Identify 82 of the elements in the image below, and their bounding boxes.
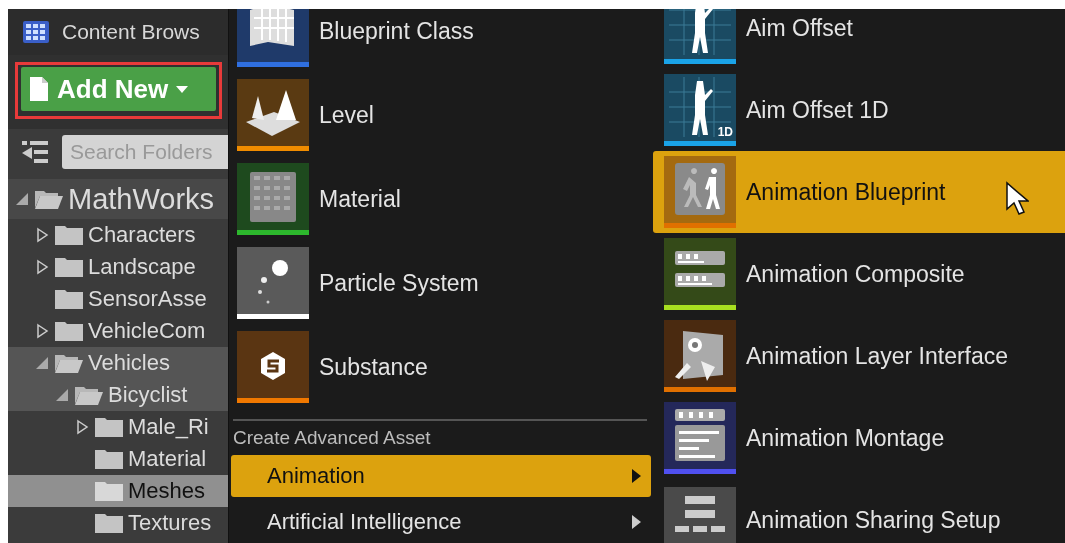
folder-icon: [94, 416, 124, 438]
folder-row[interactable]: Landscape: [8, 251, 228, 283]
folder-row[interactable]: SensorAsse: [8, 283, 228, 315]
folder-name: Vehicles: [88, 350, 170, 376]
menu-item[interactable]: Substance: [229, 325, 653, 409]
timeline-sheet-icon: [664, 402, 736, 469]
caret-icon: [176, 85, 189, 93]
folder-name: Characters: [88, 222, 196, 248]
menu-item[interactable]: Animation Sharing Setup: [653, 479, 1065, 543]
track-bars-icon: [664, 238, 736, 305]
walking-figures-icon: [664, 156, 736, 223]
menu-item[interactable]: 1D Aim Offset 1D: [653, 69, 1065, 151]
figure-grid-icon: [664, 74, 736, 141]
folder-icon: [54, 224, 84, 246]
open-folder-icon: [74, 384, 104, 406]
folder-name: Bicyclist: [108, 382, 188, 408]
submenu-item[interactable]: Artificial Intelligence: [231, 501, 651, 543]
menu-item-label: Animation Montage: [746, 424, 945, 452]
menu-item-label: Animation Blueprint: [746, 178, 946, 206]
grid-sheet-icon: [237, 163, 309, 230]
figure-grid-icon: [664, 9, 736, 59]
folder-name: SensorAsse: [88, 286, 207, 312]
menu-item[interactable]: Animation Layer Interface: [653, 315, 1065, 397]
menu-item-label: Blueprint Class: [319, 17, 474, 45]
sparkle-icon: [237, 247, 309, 314]
hexagon-logo-icon: [237, 331, 309, 398]
menu-item-label: Aim Offset 1D: [746, 96, 889, 124]
caret-icon: [632, 469, 641, 483]
mouse-pointer-icon: [1005, 181, 1029, 215]
building-icon: [237, 9, 309, 62]
caret-icon: [632, 515, 641, 529]
folder-name: Meshes: [128, 478, 206, 504]
folder-row[interactable]: Meshes: [8, 475, 228, 507]
section-header: Create Advanced Asset: [232, 426, 432, 450]
search-field[interactable]: Search Folders: [62, 135, 228, 169]
menu-item[interactable]: Particle System: [229, 241, 653, 325]
menu-item-label: Particle System: [319, 269, 479, 297]
folder-row[interactable]: Material: [8, 443, 228, 475]
menu-item-label: Animation Sharing Setup: [746, 506, 1001, 534]
menu-item[interactable]: Animation Blueprint: [653, 151, 1065, 233]
folder-name: Male_Ri: [128, 414, 209, 440]
icon-label: 1D: [717, 125, 733, 139]
menu-item[interactable]: Aim Offset: [653, 9, 1065, 69]
menu-item-label: Animation Layer Interface: [746, 342, 1009, 370]
open-folder-icon: [54, 352, 84, 374]
menu-item-label: Animation Composite: [746, 260, 965, 288]
folder-row[interactable]: VehicleCom: [8, 315, 228, 347]
menu-item-label: Material: [319, 185, 401, 213]
landscape-icon: [237, 79, 309, 146]
menu-item-label: Aim Offset: [746, 14, 853, 42]
menu-item-label: Substance: [319, 353, 428, 381]
folder-row[interactable]: MathWorks: [8, 179, 228, 219]
folder-row[interactable]: Male_Ri: [8, 411, 228, 443]
tree-toggle-icon: [20, 140, 50, 164]
folder-row[interactable]: Characters: [8, 219, 228, 251]
folder-row[interactable]: Vehicles: [8, 347, 228, 379]
folder-row[interactable]: Textures: [8, 507, 228, 539]
menu-item[interactable]: Level: [229, 73, 653, 157]
folder-name: VehicleCom: [88, 318, 206, 344]
folder-name: Landscape: [88, 254, 196, 280]
grid-icon: [22, 20, 50, 44]
folder-icon: [94, 480, 124, 502]
folder-row[interactable]: Bicyclist: [8, 379, 228, 411]
folder-name: Material: [128, 446, 207, 472]
folder-icon: [94, 448, 124, 470]
submenu-item[interactable]: Animation: [231, 455, 651, 497]
folder-name: MathWorks: [68, 182, 215, 216]
folder-icon: [94, 512, 124, 534]
panel-tab[interactable]: Content Brows: [8, 9, 228, 55]
menu-item-label: Level: [319, 101, 374, 129]
folder-name: Textures: [128, 510, 212, 536]
menu-item[interactable]: Animation Composite: [653, 233, 1065, 315]
open-folder-icon: [34, 188, 64, 210]
folder-icon: [54, 256, 84, 278]
menu-item[interactable]: Animation Montage: [653, 397, 1065, 479]
track-grid-icon: [664, 486, 736, 543]
folder-icon: [54, 288, 84, 310]
document-icon: [29, 76, 49, 102]
menu-item[interactable]: Blueprint Class: [229, 9, 653, 73]
menu-item[interactable]: Material: [229, 157, 653, 241]
folder-icon: [54, 320, 84, 342]
tab-title: Content Brows: [62, 20, 200, 44]
